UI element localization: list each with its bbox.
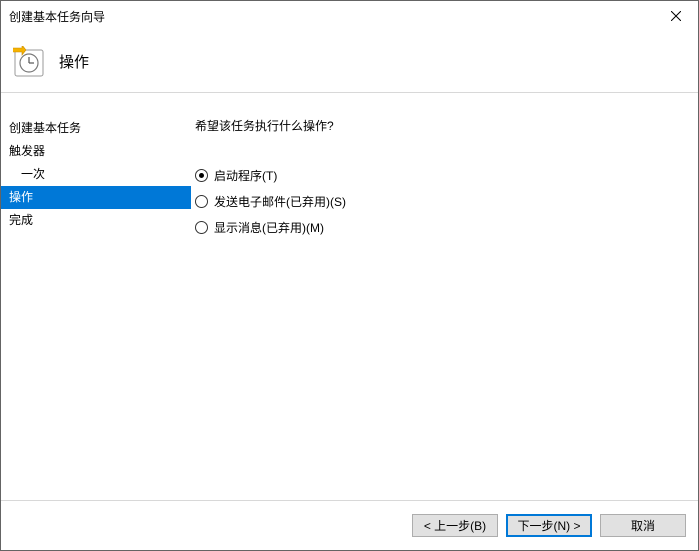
- window-title: 创建基本任务向导: [9, 8, 653, 25]
- wizard-content: 希望该任务执行什么操作? 启动程序(T) 发送电子邮件(已弃用)(S) 显示消息(已…: [191, 93, 698, 500]
- sidebar-item-0[interactable]: 创建基本任务: [1, 117, 191, 140]
- radio-icon: [195, 221, 208, 234]
- radio-icon: [195, 195, 208, 208]
- task-clock-icon: [13, 46, 45, 78]
- wizard-body: 创建基本任务触发器一次操作完成 希望该任务执行什么操作? 启动程序(T) 发送电子…: [1, 93, 698, 500]
- wizard-sidebar: 创建基本任务触发器一次操作完成: [1, 93, 191, 500]
- radio-option-0[interactable]: 启动程序(T): [195, 162, 698, 188]
- next-button[interactable]: 下一步(N) >: [506, 514, 592, 537]
- close-icon: [671, 11, 681, 21]
- prompt-text: 希望该任务执行什么操作?: [195, 117, 698, 134]
- sidebar-item-2[interactable]: 一次: [1, 163, 191, 186]
- radio-label: 启动程序(T): [214, 167, 277, 184]
- radio-option-1[interactable]: 发送电子邮件(已弃用)(S): [195, 188, 698, 214]
- wizard-header: 操作: [1, 31, 698, 93]
- radio-option-2[interactable]: 显示消息(已弃用)(M): [195, 214, 698, 240]
- wizard-window: 创建基本任务向导 操作 创建基本任务触发器一次操作完成 希望该任务执行什么操作?…: [0, 0, 699, 551]
- page-title: 操作: [59, 51, 89, 72]
- wizard-footer: < 上一步(B) 下一步(N) > 取消: [1, 500, 698, 550]
- radio-icon: [195, 169, 208, 182]
- sidebar-item-1[interactable]: 触发器: [1, 140, 191, 163]
- radio-label: 显示消息(已弃用)(M): [214, 219, 324, 236]
- back-button[interactable]: < 上一步(B): [412, 514, 498, 537]
- sidebar-item-4[interactable]: 完成: [1, 209, 191, 232]
- radio-label: 发送电子邮件(已弃用)(S): [214, 193, 346, 210]
- sidebar-item-3[interactable]: 操作: [1, 186, 191, 209]
- titlebar: 创建基本任务向导: [1, 1, 698, 31]
- close-button[interactable]: [653, 1, 698, 31]
- cancel-button[interactable]: 取消: [600, 514, 686, 537]
